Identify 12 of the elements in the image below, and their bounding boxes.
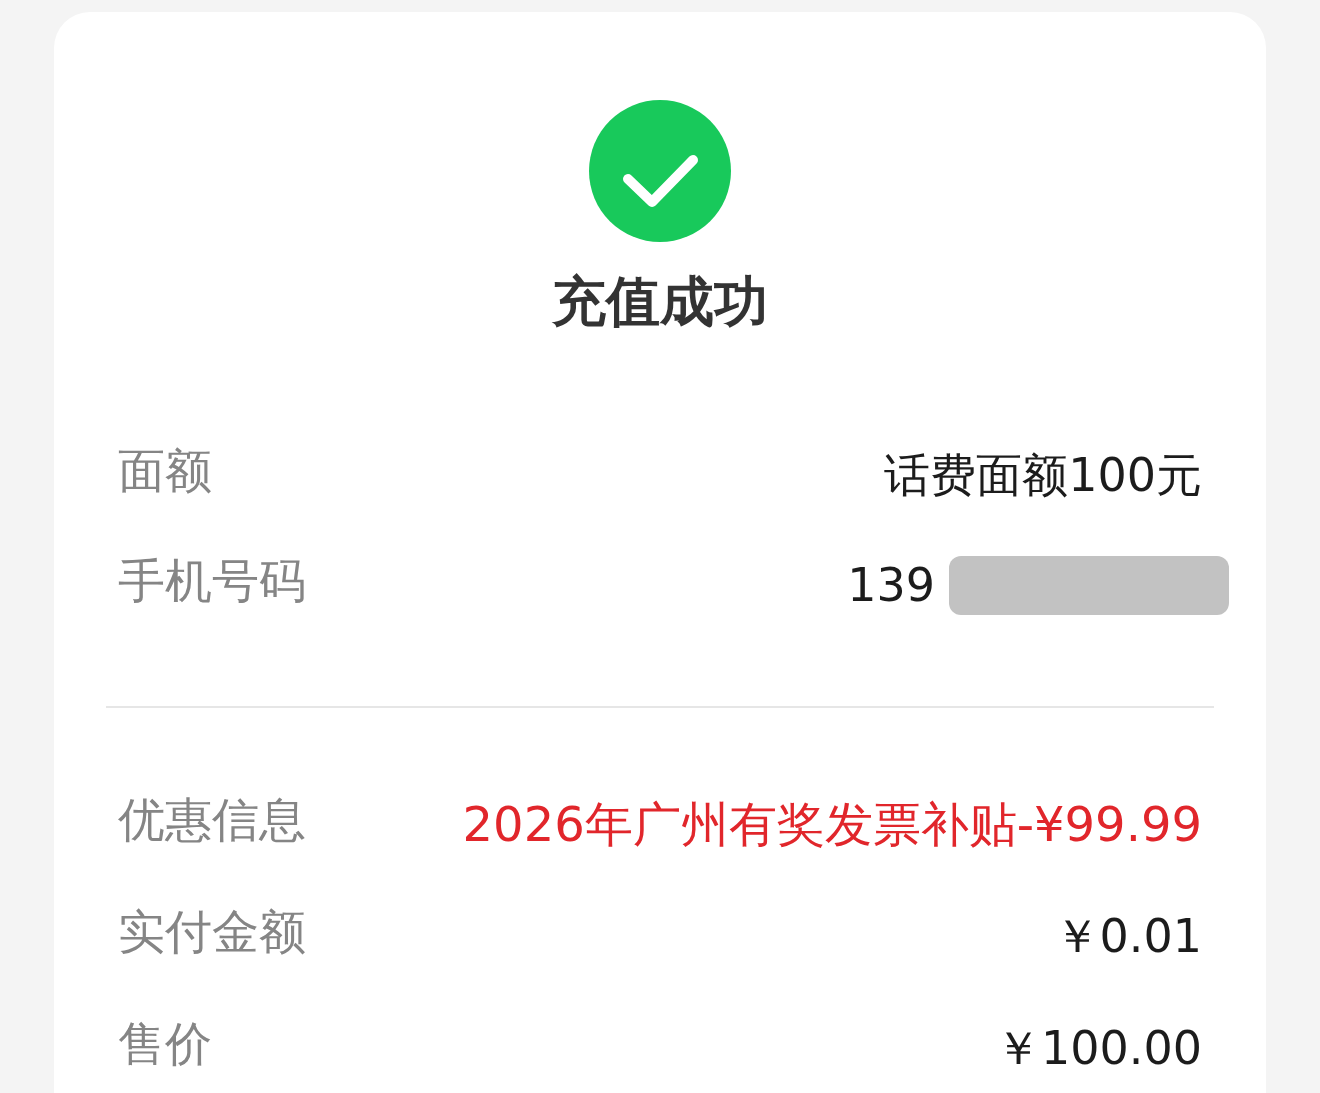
field-label: 手机号码 xyxy=(118,553,306,609)
field-label: 实付金额 xyxy=(118,904,306,960)
field-value: ￥100.00 xyxy=(995,1020,1202,1076)
field-value: 139 xyxy=(847,557,935,613)
field-value: ￥0.01 xyxy=(1053,908,1202,964)
success-check-icon xyxy=(589,100,731,242)
field-value: 2026年广州有奖发票补贴-¥99.99 xyxy=(462,796,1202,852)
field-value: 话费面额100元 xyxy=(884,447,1202,503)
field-label: 面额 xyxy=(118,443,212,499)
status-title: 充值成功 xyxy=(552,272,768,332)
field-label: 优惠信息 xyxy=(118,792,306,848)
field-label: 售价 xyxy=(118,1016,212,1072)
